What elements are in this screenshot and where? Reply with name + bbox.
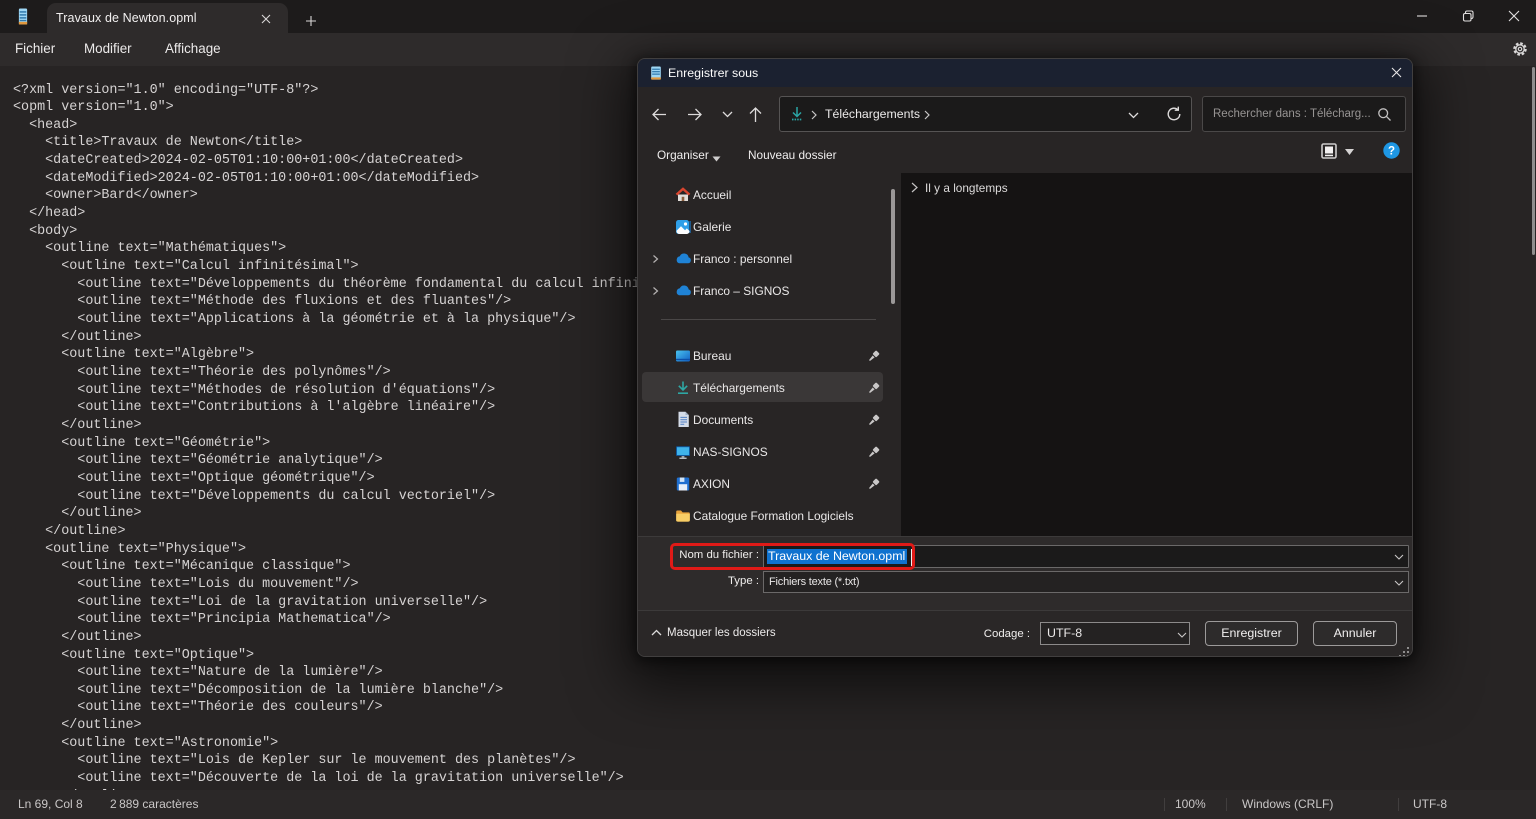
svg-text:?: ? xyxy=(1388,146,1395,158)
